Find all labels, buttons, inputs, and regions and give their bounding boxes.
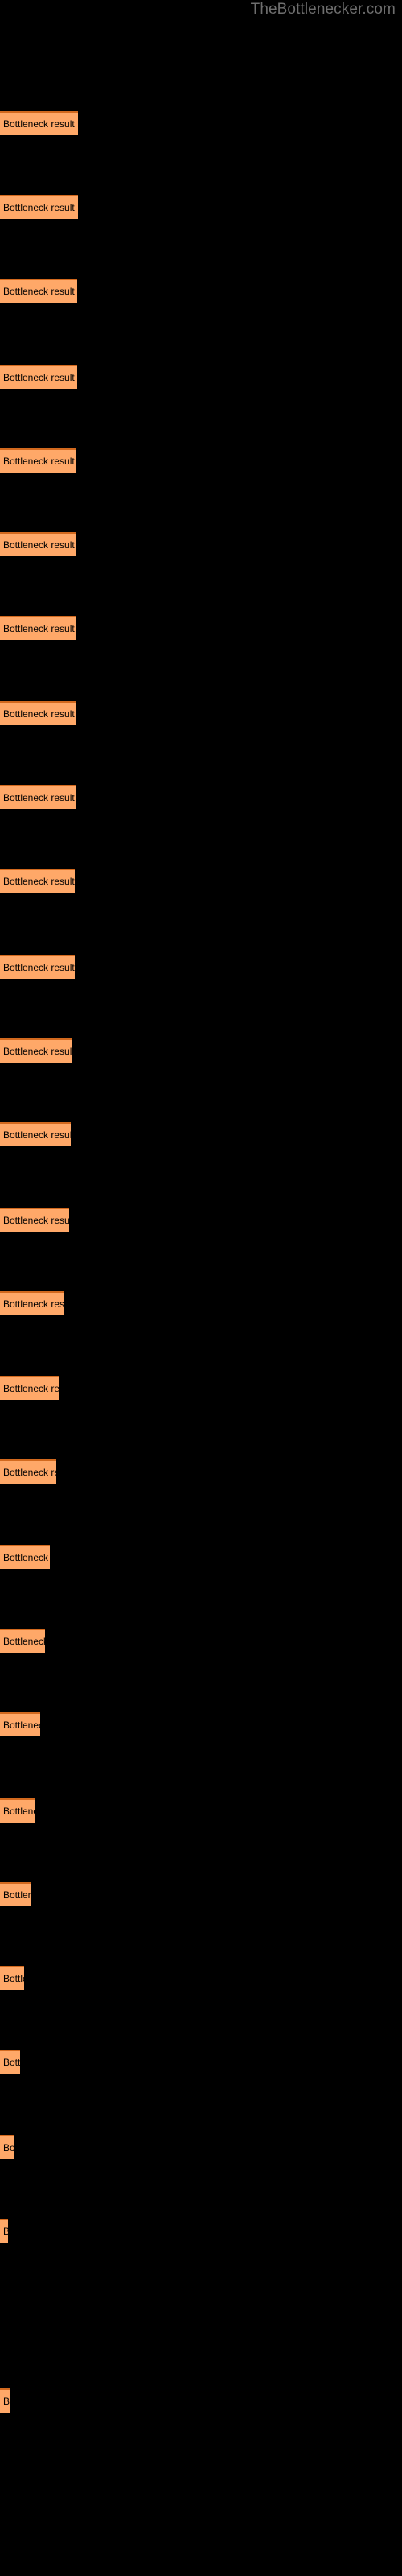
bar-segment: Bottleneck result [0,1629,45,1653]
bottleneck-bar-chart: TheBottlenecker.com Bottleneck result Bot… [0,0,402,2576]
bar-label: Bottleneck result [3,1129,71,1141]
bar-segment: Bottleneck result [0,954,75,979]
bar-label: Bottleneck result [3,1045,72,1057]
bar-segment: Bottleneck result [0,785,76,810]
bar-label: Bottleneck result [3,539,75,551]
bar-label: Bottleneck result [3,202,75,213]
bar-segment: Bottleneck result [0,364,77,389]
bars-layer: Bottleneck result Bottleneck result Bottle… [0,0,402,2576]
bar-label: Bottleneck result [3,371,75,383]
bar-segment: Bottleneck result [0,1208,69,1232]
bar-label: Bottleneck result [3,286,75,298]
bar-label: Bottleneck result [3,1719,40,1732]
bar-label: Bottleneck result [3,1972,24,1984]
bar-label: Bottleneck result [3,455,75,467]
bar-segment: Bottleneck result [0,1121,71,1146]
bar-label: Bottleneck result [3,1215,69,1227]
bar-label: Bottleneck result [3,2142,14,2154]
bar-segment: Bottleneck result [0,1375,59,1400]
bar-segment: Bottleneck result [0,615,76,640]
bar-segment: Bottleneck result [0,701,76,726]
bar-label: Bottleneck result [3,1805,35,1817]
bar-label: Bottleneck result [3,961,75,973]
bar-segment: Bottleneck result [0,869,75,894]
bar-label: Bottleneck result [3,708,75,720]
bar-segment: Bottleneck result [0,110,78,135]
bar-label: Bottleneck result [3,1382,59,1394]
bar-segment: Bottleneck result [0,2219,8,2244]
bar-label: Bottleneck result [3,1636,45,1648]
bar-label: Bottleneck result [3,118,75,130]
bar-label: Bottleneck result [3,876,75,888]
bar-segment: Bottleneck result [0,1712,40,1737]
bar-segment: Bottleneck result [0,1881,31,1906]
bar-label: Bottleneck result [3,622,75,634]
bar-segment: Bottleneck result [0,2388,10,2413]
bar-segment: Bottleneck result [0,531,76,556]
bar-label: Bottleneck result [3,1552,50,1564]
bar-label: Bottleneck result [3,2056,20,2068]
bar-segment: Bottleneck result [0,1545,50,1570]
bar-segment: Bottleneck result [0,195,78,219]
bar-segment: Bottleneck result [0,448,76,473]
bar-segment: Bottleneck result [0,2135,14,2160]
bar-segment: Bottleneck result [0,1038,72,1063]
bar-label: Bottleneck result [3,1889,31,1901]
bar-segment: Bottleneck result [0,1798,35,1823]
bar-segment: Bottleneck result [0,1291,64,1316]
bar-segment: Bottleneck result [0,2049,20,2074]
bar-label: Bottleneck result [3,792,75,804]
bar-segment: Bottleneck result [0,1459,56,1484]
bar-segment: Bottleneck result [0,1965,24,1990]
bar-segment: Bottleneck result [0,279,77,303]
bar-label: Bottleneck result [3,2226,8,2237]
bar-label: Bottleneck result [3,2395,10,2407]
bar-label: Bottleneck result [3,1466,56,1478]
bar-label: Bottleneck result [3,1298,64,1311]
